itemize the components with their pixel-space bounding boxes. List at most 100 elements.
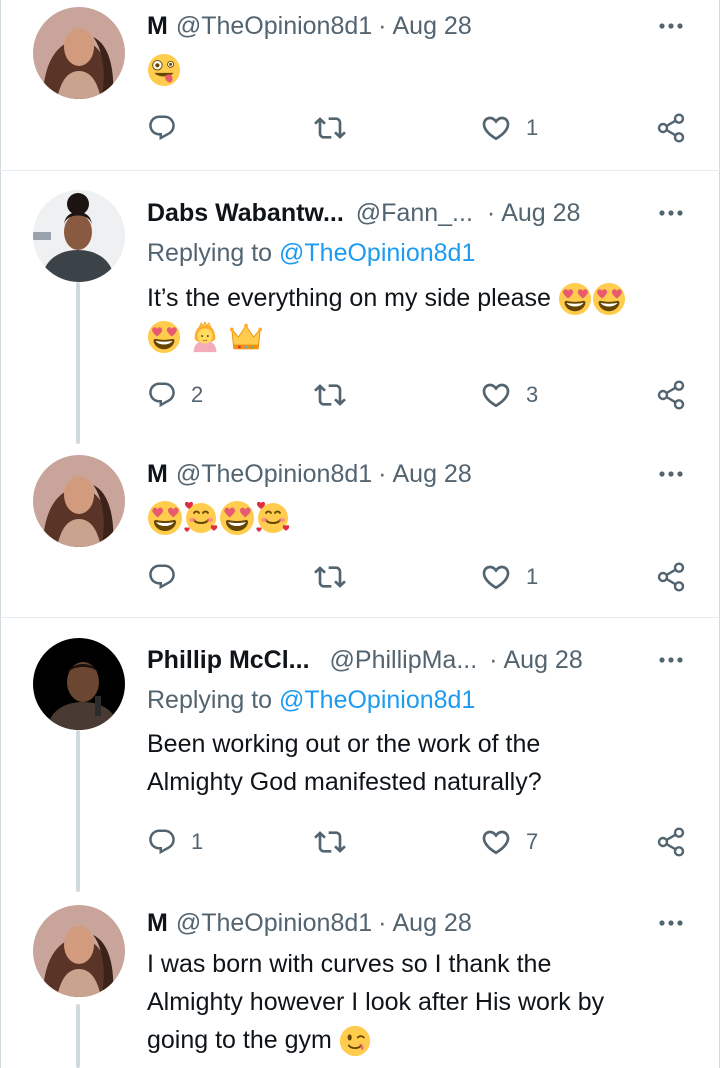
username[interactable]: @Fann_... [356,199,473,228]
retweet-button[interactable] [314,378,346,412]
username[interactable]: @TheOpinion8d1 [176,460,372,489]
like-icon [480,112,512,144]
like-count: 1 [526,564,539,589]
like-button[interactable]: 1 [480,111,538,145]
tweet-header: M @TheOpinion8d1 · Aug 28 [147,457,472,491]
tweet-text-line: going to the gym [147,1026,332,1054]
separator-dot: · [378,11,387,40]
heart-eyes-emoji [147,500,183,536]
tweet-text [147,50,697,88]
replying-to: Replying to @TheOpinion8d1 [147,686,475,715]
more-options-icon[interactable] [656,203,686,223]
heart-eyes-emoji [558,282,592,316]
share-button[interactable] [655,111,687,145]
retweet-button[interactable] [314,560,346,594]
like-count: 3 [526,382,539,407]
display-name[interactable]: M [147,909,168,938]
username[interactable]: @PhillipMa... [330,646,478,675]
heart-eyes-emoji [219,500,255,536]
like-button[interactable]: 1 [480,560,538,594]
display-name[interactable]: Dabs Wabantw... [147,199,344,228]
tweet-text [147,498,697,536]
heart-eyes-emoji [147,320,181,354]
retweet-icon [314,112,346,144]
like-count: 7 [526,829,539,854]
tweet-header: M @TheOpinion8d1 · Aug 28 [147,9,472,43]
tweet-4[interactable]: Phillip McCl... @PhillipMa... · Aug 28 R… [0,618,720,893]
like-button[interactable]: 7 [480,825,538,859]
avatar[interactable] [33,455,125,547]
reply-button[interactable]: 1 [147,825,203,859]
share-button[interactable] [655,825,687,859]
display-name[interactable]: M [147,12,168,41]
reply-count: 1 [191,829,204,854]
reply-button[interactable] [147,111,177,145]
tweet-actions: 1 7 [147,825,697,859]
tweet-text-line: Almighty God manifested naturally? [147,768,542,796]
separator-dot: · [486,198,496,227]
display-name[interactable]: M [147,460,168,489]
like-icon [480,561,512,593]
tweet-actions: 1 [147,111,697,145]
tweet-text-line: Almighty however I look after His work b… [147,988,605,1016]
retweet-button[interactable] [314,111,346,145]
tweet-text-line: Been working out or the work of the [147,730,541,758]
like-button[interactable]: 3 [480,378,538,412]
tweet-text-line: I was born with curves so I thank the [147,950,552,978]
separator-dot: · [378,908,387,937]
reply-icon [147,113,177,143]
like-icon [480,826,512,858]
more-options-icon[interactable] [656,913,686,933]
share-button[interactable] [655,560,687,594]
timestamp[interactable]: Aug 28 [501,199,580,228]
tweet-actions: 1 [147,560,697,594]
tweet-3[interactable]: M @TheOpinion8d1 · Aug 28 1 [0,445,720,617]
timestamp[interactable]: Aug 28 [504,646,583,675]
username[interactable]: @TheOpinion8d1 [176,12,372,41]
avatar[interactable] [33,7,125,99]
tweet-text-content: It’s the everything on my side please [147,284,551,312]
replying-to: Replying to @TheOpinion8d1 [147,239,475,268]
reply-button[interactable]: 2 [147,378,203,412]
tweet-header: M @TheOpinion8d1 · Aug 28 [147,906,472,940]
reply-icon [147,380,177,410]
tweet-actions: 2 3 [147,378,697,412]
heart-eyes-emoji [592,282,626,316]
like-icon [480,379,512,411]
tweet-2[interactable]: Dabs Wabantw... @Fann_... · Aug 28 Reply… [0,171,720,445]
username[interactable]: @TheOpinion8d1 [176,909,372,938]
winking-face-emoji [339,1025,371,1057]
like-count: 1 [526,115,539,140]
reply-count: 2 [191,382,204,407]
share-icon [655,379,687,411]
smiling-face-with-hearts-emoji [183,500,219,536]
more-options-icon[interactable] [656,16,686,36]
avatar[interactable] [33,638,125,730]
princess-emoji [188,320,222,354]
display-name[interactable]: Phillip McCl... [147,646,310,675]
zany-face-emoji [147,53,181,87]
replying-to-link[interactable]: @TheOpinion8d1 [279,239,475,267]
retweet-icon [314,561,346,593]
timestamp[interactable]: Aug 28 [393,909,472,938]
more-options-icon[interactable] [656,650,686,670]
share-icon [655,112,687,144]
replying-to-link[interactable]: @TheOpinion8d1 [279,686,475,714]
timestamp[interactable]: Aug 28 [393,460,472,489]
retweet-icon [314,826,346,858]
tweet-text: It’s the everything on my side please [147,279,697,355]
avatar[interactable] [33,190,125,282]
tweet-header: Dabs Wabantw... @Fann_... · Aug 28 [147,196,580,230]
tweet-5[interactable]: M @TheOpinion8d1 · Aug 28 I was born wit… [0,893,720,1068]
separator-dot: · [378,459,387,488]
separator-dot: · [489,645,498,674]
tweet-1[interactable]: M @TheOpinion8d1 · Aug 28 1 [0,0,720,170]
share-button[interactable] [655,378,687,412]
timestamp[interactable]: Aug 28 [393,12,472,41]
tweet-header: Phillip McCl... @PhillipMa... · Aug 28 [147,643,583,677]
avatar[interactable] [33,905,125,997]
tweet-text: Been working out or the work of the Almi… [147,725,697,801]
reply-button[interactable] [147,560,177,594]
retweet-button[interactable] [314,825,346,859]
more-options-icon[interactable] [656,464,686,484]
